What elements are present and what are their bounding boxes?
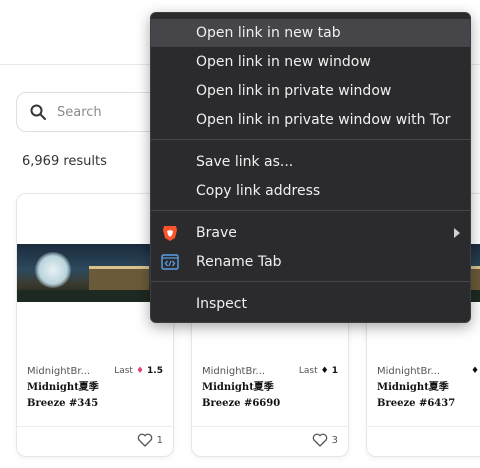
menu-separator [151, 281, 470, 282]
eth-icon: ♦ [471, 366, 480, 376]
results-count: 6,969 results [22, 154, 107, 169]
card-title-line1: Midnight夏季 [377, 382, 449, 393]
menu-copy-link-address[interactable]: Copy link address [151, 177, 470, 205]
menu-inspect[interactable]: Inspect [151, 290, 470, 318]
code-tab-icon [161, 254, 179, 270]
submenu-arrow-icon [454, 228, 460, 238]
menu-item-label: Open link in private window with Tor [196, 112, 451, 128]
card-divider [17, 426, 173, 427]
menu-item-label: Inspect [196, 296, 247, 312]
card-title-line2: Breeze #6437 [377, 398, 456, 409]
menu-item-label: Open link in new tab [196, 25, 341, 41]
card-collection-name[interactable]: MidnightBr... [377, 366, 440, 377]
heart-icon[interactable] [137, 433, 153, 447]
eth-icon: ♦ [135, 366, 145, 376]
card-collection-name[interactable]: MidnightBr... [27, 366, 90, 377]
card-divider [367, 426, 480, 427]
card-title[interactable]: Midnight夏季 Breeze #6437 [377, 380, 480, 412]
menu-open-private-window-tor[interactable]: Open link in private window with Tor [151, 106, 470, 134]
card-title[interactable]: Midnight夏季 Breeze #6690 [202, 380, 322, 412]
menu-item-label: Rename Tab [196, 254, 282, 270]
card-last-price: Last ♦ 1 [299, 366, 338, 376]
menu-separator [151, 139, 470, 140]
menu-open-private-window[interactable]: Open link in private window [151, 77, 470, 105]
card-likes[interactable]: 1 [137, 433, 163, 447]
card-likes[interactable]: 3 [312, 433, 338, 447]
like-count: 3 [331, 434, 338, 446]
heart-icon[interactable] [312, 433, 328, 447]
card-divider [192, 426, 348, 427]
card-collection-name[interactable]: MidnightBr... [202, 366, 265, 377]
card-last-price: Last ♦ 1.5 [114, 366, 163, 376]
menu-item-label: Brave [196, 225, 237, 241]
last-label: Last [114, 366, 133, 376]
menu-save-link-as[interactable]: Save link as... [151, 148, 470, 176]
menu-item-label: Copy link address [196, 183, 321, 199]
context-menu: Open link in new tab Open link in new wi… [150, 12, 471, 323]
menu-brave[interactable]: Brave [151, 219, 470, 247]
card-title-line1: Midnight夏季 [27, 382, 99, 393]
card-last-price: ♦ [471, 366, 479, 376]
menu-separator [151, 210, 470, 211]
eth-icon: ♦ [320, 366, 329, 376]
search-icon [30, 104, 46, 120]
last-price-value: 1.5 [147, 366, 163, 376]
last-label: Last [298, 366, 318, 376]
card-title-line2: Breeze #6690 [202, 398, 281, 409]
menu-item-label: Open link in new window [196, 54, 371, 70]
menu-rename-tab[interactable]: Rename Tab [151, 248, 470, 276]
like-count: 1 [156, 434, 163, 446]
menu-item-label: Open link in private window [196, 83, 392, 99]
menu-item-label: Save link as... [196, 154, 294, 170]
last-price-value: 1 [331, 366, 338, 376]
page: 6,969 results MidnightBr... Last ♦ 1.5 M… [0, 0, 480, 468]
card-title-line2: Breeze #345 [27, 398, 99, 409]
brave-lion-icon [163, 226, 177, 241]
menu-open-new-tab[interactable]: Open link in new tab [151, 19, 470, 47]
card-title-line1: Midnight夏季 [202, 382, 274, 393]
card-title[interactable]: Midnight夏季 Breeze #345 [27, 380, 147, 412]
menu-open-new-window[interactable]: Open link in new window [151, 48, 470, 76]
